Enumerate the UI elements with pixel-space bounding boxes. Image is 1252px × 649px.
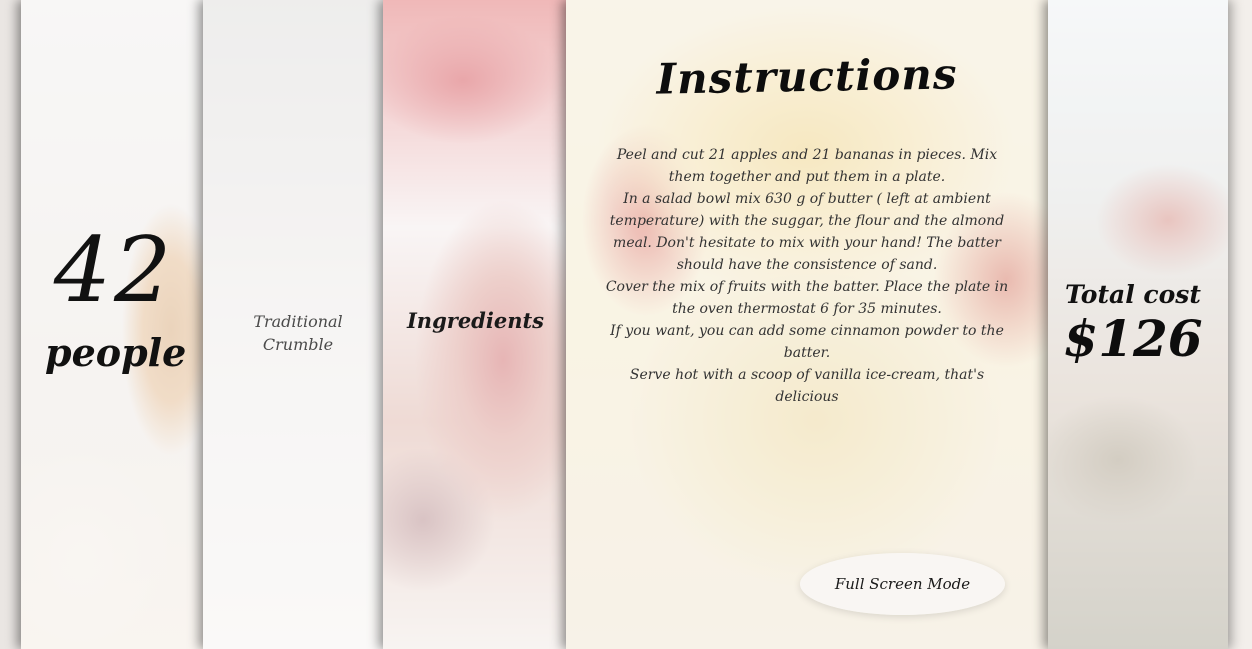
instructions-body: Peel and cut 21 apples and 21 bananas in…	[602, 144, 1012, 408]
instructions-panel: Instructions Peel and cut 21 apples and …	[566, 0, 1048, 649]
fullscreen-button[interactable]: Full Screen Mode	[800, 553, 1005, 615]
recipe-page: 42 people Traditional Crumble Ingredient…	[0, 0, 1252, 649]
instruction-step: In a salad bowl mix 630 g of butter ( le…	[609, 191, 1005, 273]
instruction-step: Serve hot with a scoop of vanilla ice-cr…	[629, 367, 985, 405]
total-cost-label: Total cost	[1065, 280, 1201, 309]
dessert-panel[interactable]: Traditional Crumble	[203, 0, 383, 649]
ingredients-panel[interactable]: Ingredients	[383, 0, 566, 649]
people-panel: 42 people	[21, 0, 203, 649]
fullscreen-button-label: Full Screen Mode	[834, 575, 971, 593]
instructions-title: Instructions	[656, 49, 958, 104]
people-label: people	[45, 330, 187, 375]
instruction-step: If you want, you can add some cinnamon p…	[610, 323, 1004, 361]
ingredients-title: Ingredients	[406, 308, 544, 333]
instruction-step: Peel and cut 21 apples and 21 bananas in…	[616, 147, 998, 185]
total-cost-value: $126	[1063, 309, 1203, 368]
instruction-step: Cover the mix of fruits with the batter.…	[605, 279, 1009, 317]
dessert-name: Traditional Crumble	[253, 312, 343, 354]
people-count: 42	[53, 218, 175, 323]
total-cost-panel: Total cost $126	[1048, 0, 1228, 649]
